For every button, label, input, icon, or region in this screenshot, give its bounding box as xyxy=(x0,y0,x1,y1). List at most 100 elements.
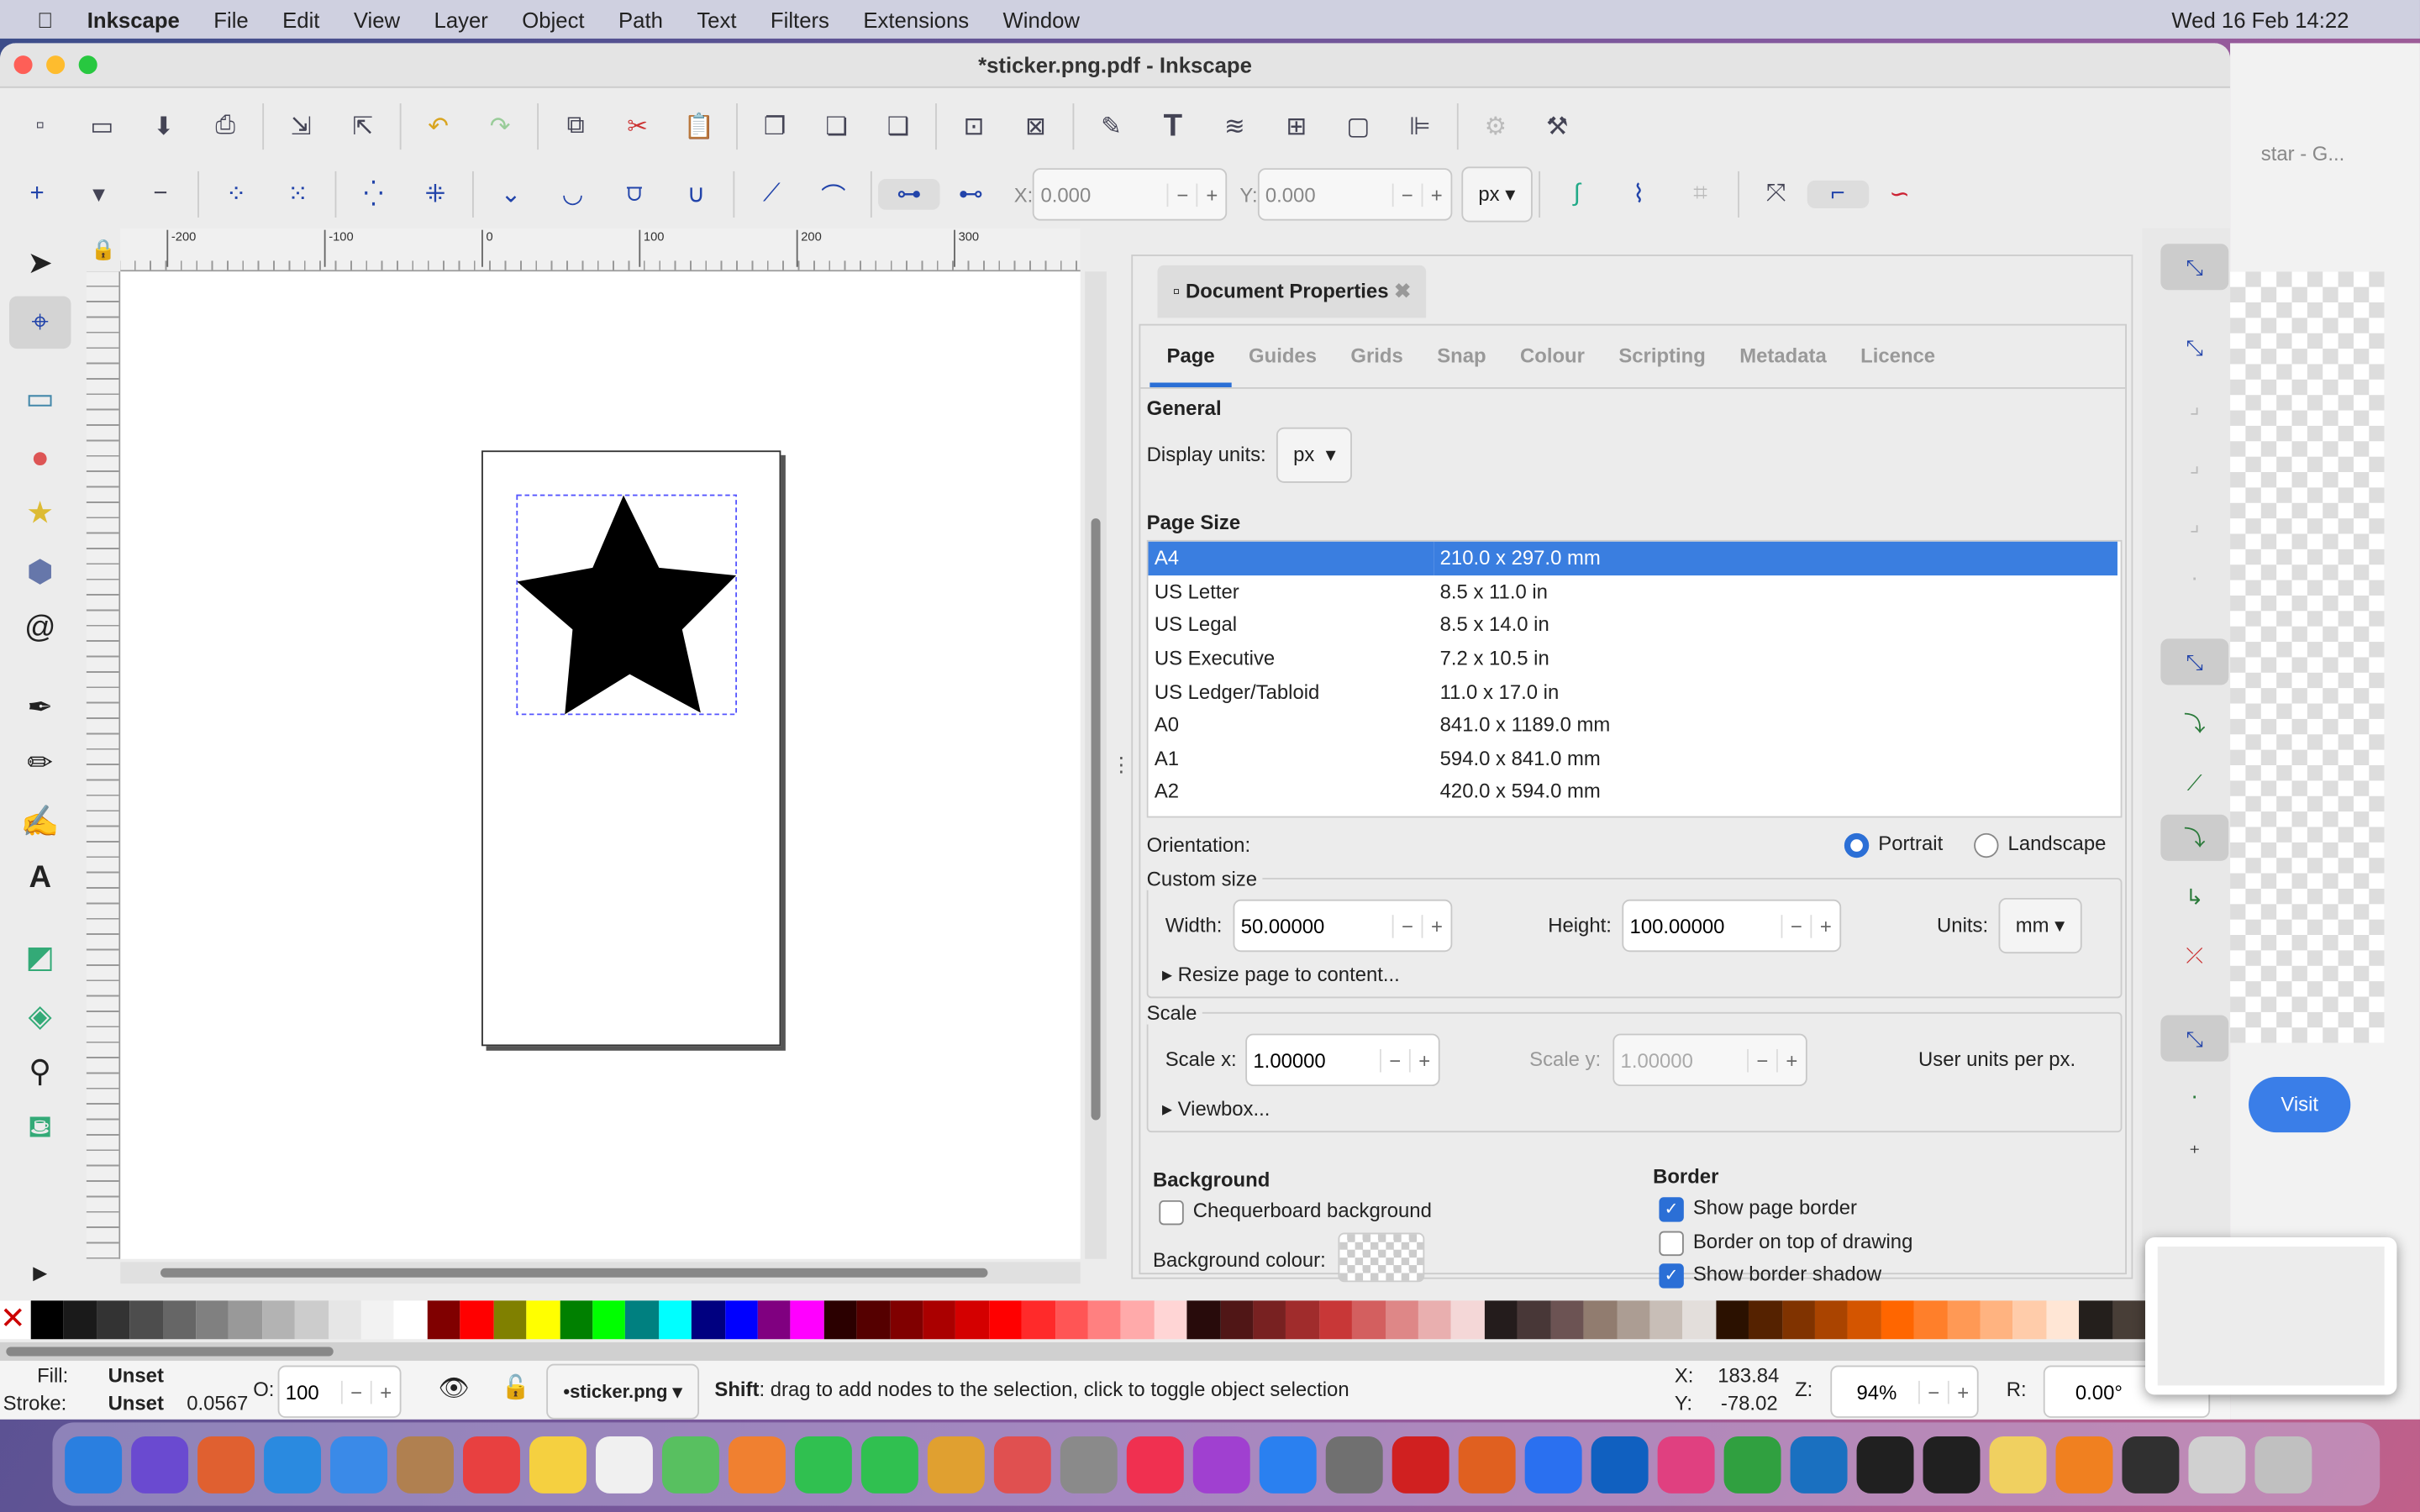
export-icon[interactable]: ⇱ xyxy=(332,111,393,142)
chequerboard-checkbox[interactable]: Chequerboard background xyxy=(1159,1199,1432,1225)
dock-app-icon[interactable] xyxy=(1723,1436,1781,1494)
color-swatch[interactable] xyxy=(1517,1300,1551,1340)
object-to-path-icon[interactable]: ⊶ xyxy=(878,179,940,210)
symmetric-node-icon[interactable]: ⩌ xyxy=(603,181,665,208)
node-tool-icon[interactable]: ⌖ xyxy=(9,296,71,349)
y-field[interactable]: −+ xyxy=(1257,168,1453,221)
show-border-checkbox[interactable]: ✓ Show page border xyxy=(1659,1195,1857,1221)
color-swatch[interactable] xyxy=(1616,1300,1650,1340)
dock-app-icon[interactable] xyxy=(463,1436,520,1494)
panel-resize-handle[interactable]: ⋮ xyxy=(1111,753,1131,777)
lock-guides-icon[interactable]: 🔒 xyxy=(87,230,120,270)
width-field[interactable]: −+ xyxy=(1233,899,1453,953)
gradient-tool-icon[interactable]: ◩ xyxy=(9,932,71,984)
color-swatch[interactable] xyxy=(1947,1300,1981,1340)
color-swatch[interactable] xyxy=(625,1300,659,1340)
color-swatch[interactable] xyxy=(1121,1300,1155,1340)
border-shadow-checkbox[interactable]: ✓ Show border shadow xyxy=(1659,1262,1881,1288)
zoom-input[interactable] xyxy=(1832,1378,1919,1405)
dock-app-icon[interactable] xyxy=(1657,1436,1715,1494)
paint-bucket-tool-icon[interactable]: ⛾ xyxy=(9,1101,71,1153)
color-swatch[interactable] xyxy=(1649,1300,1683,1340)
window-thumbnail[interactable] xyxy=(2145,1237,2397,1395)
join-nodes-icon[interactable]: ⁘ xyxy=(205,179,266,210)
color-swatch[interactable] xyxy=(692,1300,725,1340)
color-swatch[interactable] xyxy=(988,1300,1023,1340)
page-size-list[interactable]: A4 210.0 x 297.0 mm US Letter 8.5 x 11.0 in… xyxy=(1146,539,2123,818)
expand-toolbox-icon[interactable]: ▶ xyxy=(9,1247,71,1299)
dock-app-icon[interactable] xyxy=(1259,1436,1317,1494)
transform-handles-icon[interactable]: ⤧ xyxy=(1745,181,1807,208)
dock-app-icon[interactable] xyxy=(1392,1436,1449,1494)
color-swatch[interactable] xyxy=(1913,1300,1948,1340)
stroke-width[interactable]: 0.0567 xyxy=(187,1392,248,1415)
dock-app-icon[interactable] xyxy=(1591,1436,1649,1494)
color-swatch[interactable] xyxy=(757,1300,792,1340)
browser-tab[interactable]: star - G... xyxy=(2261,142,2344,165)
make-curve-icon[interactable]: ⌒ xyxy=(802,176,864,213)
color-swatch[interactable] xyxy=(1881,1300,1914,1340)
dock-app-icon[interactable] xyxy=(661,1436,719,1494)
copy-icon[interactable]: ⧉ xyxy=(544,113,606,140)
dock-app-icon[interactable] xyxy=(1790,1436,1848,1494)
color-swatch[interactable] xyxy=(658,1300,692,1340)
dock-app-icon[interactable] xyxy=(397,1436,454,1494)
dock-app-icon[interactable] xyxy=(65,1436,123,1494)
dock-app-icon[interactable] xyxy=(595,1436,653,1494)
snap-toggle-icon[interactable]: ⤡ xyxy=(2160,244,2229,291)
duplicate-icon[interactable]: ❐ xyxy=(744,111,805,142)
fill-value[interactable]: Unset xyxy=(108,1364,164,1388)
paste-icon[interactable]: 📋 xyxy=(668,111,729,142)
color-swatch[interactable] xyxy=(1319,1300,1353,1340)
tools-icon[interactable]: ⚒ xyxy=(1526,111,1587,142)
color-swatch[interactable] xyxy=(559,1300,593,1340)
snap-center-icon[interactable]: ⋅ xyxy=(2160,1074,2228,1120)
page-size-row[interactable]: US Ledger/Tabloid 11.0 x 17.0 in xyxy=(1149,675,2118,708)
dropdown-icon[interactable]: ▾ xyxy=(68,179,129,210)
page-size-row[interactable]: A3297.0 x 420.0 mm xyxy=(1149,808,2118,816)
color-swatch[interactable] xyxy=(1550,1300,1584,1340)
snap-intersection-icon[interactable]: ⟋ xyxy=(2160,759,2228,806)
page-size-row[interactable]: A4 210.0 x 297.0 mm xyxy=(1148,541,2118,575)
height-field[interactable]: −+ xyxy=(1622,899,1842,953)
landscape-radio[interactable]: Landscape xyxy=(1974,832,2106,858)
color-swatch[interactable] xyxy=(1980,1300,2013,1340)
clone-icon[interactable]: ❏ xyxy=(806,111,867,142)
color-swatch[interactable] xyxy=(1682,1300,1716,1340)
zoom-selection-icon[interactable]: ⊡ xyxy=(943,111,1004,142)
color-swatch[interactable] xyxy=(328,1300,361,1340)
text-tool-icon[interactable]: A xyxy=(9,852,71,904)
dock-app-icon[interactable] xyxy=(529,1436,587,1494)
color-swatch[interactable] xyxy=(261,1300,296,1340)
xml-editor-icon[interactable]: ✎ xyxy=(1081,111,1142,142)
horizontal-scrollbar[interactable] xyxy=(120,1262,1081,1284)
menu-file[interactable]: File xyxy=(213,7,248,31)
menu-object[interactable]: Object xyxy=(522,7,584,31)
resize-expander[interactable]: ▸ Resize page to content... xyxy=(1162,963,1400,987)
dock-app-icon[interactable] xyxy=(794,1436,852,1494)
scale-x-field[interactable]: −+ xyxy=(1245,1033,1440,1087)
dock-app-icon[interactable] xyxy=(197,1436,255,1494)
menu-filters[interactable]: Filters xyxy=(771,7,829,31)
break-path-icon[interactable]: ⁙ xyxy=(267,179,329,210)
color-swatch[interactable] xyxy=(97,1300,130,1340)
dock-app-icon[interactable] xyxy=(1325,1436,1383,1494)
dock-app-icon[interactable] xyxy=(330,1436,388,1494)
tab-grids[interactable]: Grids xyxy=(1334,326,1420,387)
snap-others-icon[interactable]: ⤡ xyxy=(2160,1015,2229,1062)
portrait-radio[interactable]: Portrait xyxy=(1844,832,1943,858)
color-swatch[interactable] xyxy=(889,1300,923,1340)
color-swatch[interactable] xyxy=(1781,1300,1815,1340)
color-swatch[interactable] xyxy=(229,1300,262,1340)
cut-icon[interactable]: ✂ xyxy=(607,111,668,142)
color-swatch[interactable] xyxy=(196,1300,229,1340)
color-swatch[interactable] xyxy=(163,1300,197,1340)
lock-open-icon[interactable]: 🔓 xyxy=(502,1373,530,1400)
snap-path-icon[interactable]: ⤵ xyxy=(2160,701,2228,747)
layers-icon[interactable]: ≋ xyxy=(1204,111,1265,142)
color-swatch[interactable] xyxy=(791,1300,824,1340)
horizontal-ruler[interactable]: -200 -100 0 100 200 300 xyxy=(120,228,1081,272)
opacity-field[interactable]: −+ xyxy=(277,1365,402,1418)
unlink-icon[interactable]: ❑ xyxy=(867,111,929,142)
make-line-icon[interactable]: ⟋ xyxy=(741,181,802,208)
